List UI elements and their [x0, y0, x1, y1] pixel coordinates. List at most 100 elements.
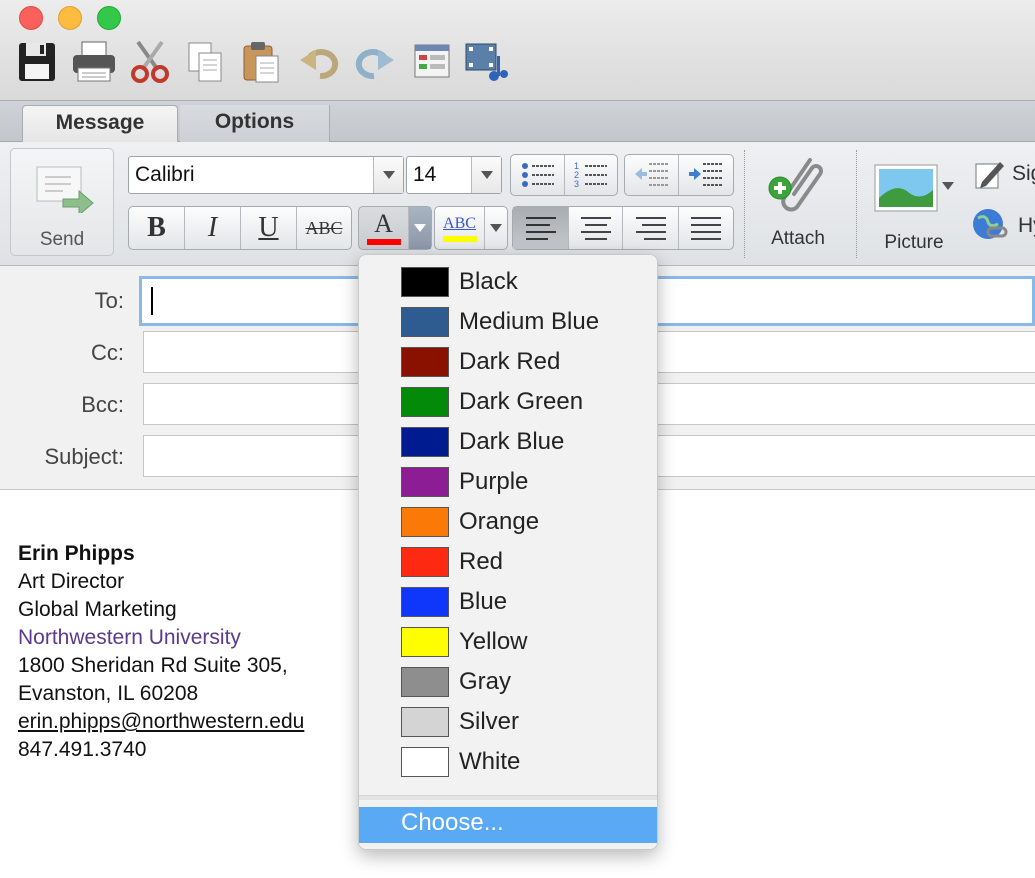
- color-name: Dark Green: [459, 388, 584, 415]
- subject-label: Subject:: [44, 444, 125, 469]
- font-name-combobox[interactable]: Calibri: [128, 156, 404, 194]
- undo-icon[interactable]: [298, 40, 342, 84]
- color-menu-item[interactable]: Yellow: [359, 622, 657, 662]
- font-color-label: A: [374, 209, 393, 238]
- font-color-button[interactable]: A: [359, 207, 409, 249]
- signature-phone: 847.491.3740: [18, 738, 147, 761]
- align-right-button[interactable]: [623, 207, 679, 249]
- color-swatch: [401, 307, 449, 337]
- color-name: Purple: [459, 468, 529, 495]
- color-menu-item[interactable]: Medium Blue: [359, 302, 657, 342]
- color-menu-item[interactable]: Dark Green: [359, 382, 657, 422]
- color-menu-item[interactable]: Silver: [359, 702, 657, 742]
- color-menu-item[interactable]: Dark Blue: [359, 422, 657, 462]
- choose-color-menu-item[interactable]: Choose...: [359, 807, 657, 843]
- bold-label: B: [147, 212, 166, 243]
- signatures-label: Sig: [1012, 162, 1035, 185]
- font-color-dropdown-button[interactable]: [409, 207, 431, 249]
- signature-address-line1: 1800 Sheridan Rd Suite 305,: [18, 654, 288, 677]
- tab-message[interactable]: Message: [22, 105, 178, 142]
- color-menu-item[interactable]: Purple: [359, 462, 657, 502]
- color-menu-item[interactable]: Orange: [359, 502, 657, 542]
- decrease-indent-button[interactable]: [625, 155, 679, 195]
- color-menu-item[interactable]: Red: [359, 542, 657, 582]
- font-size-dropdown-button[interactable]: [471, 157, 501, 193]
- window-toolbar: [0, 0, 1035, 100]
- minimize-window-button[interactable]: [58, 6, 82, 30]
- highlight-button-group: ABC: [434, 206, 508, 250]
- bcc-label: Bcc:: [81, 392, 124, 417]
- font-name-value: Calibri: [135, 163, 195, 186]
- attach-button[interactable]: Attach: [756, 150, 840, 258]
- underline-button[interactable]: U: [241, 207, 297, 249]
- chevron-down-icon: [382, 171, 395, 179]
- highlight-dropdown-button[interactable]: [485, 207, 507, 249]
- redo-icon[interactable]: [352, 40, 396, 84]
- color-swatch: [401, 267, 449, 297]
- color-swatch: [401, 627, 449, 657]
- color-menu-item[interactable]: Black: [359, 262, 657, 302]
- bulleted-list-icon: [521, 163, 554, 187]
- send-button[interactable]: Send: [10, 148, 114, 256]
- italic-button[interactable]: I: [185, 207, 241, 249]
- color-menu-item[interactable]: White: [359, 742, 657, 782]
- color-name: Dark Red: [459, 348, 561, 375]
- copy-icon[interactable]: [184, 40, 228, 84]
- paste-icon[interactable]: [240, 40, 284, 84]
- bulleted-list-button[interactable]: [511, 155, 565, 195]
- color-name: Orange: [459, 508, 540, 535]
- color-swatch: [401, 387, 449, 417]
- signature-department: Global Marketing: [18, 598, 177, 621]
- justify-icon: [691, 217, 721, 240]
- print-icon[interactable]: [70, 40, 115, 84]
- color-swatch: [401, 547, 449, 577]
- increase-indent-button[interactable]: [679, 155, 733, 195]
- color-name: Silver: [459, 708, 520, 735]
- color-swatch: [401, 467, 449, 497]
- color-menu-item[interactable]: Gray: [359, 662, 657, 702]
- highlight-label: ABC: [443, 215, 476, 232]
- media-browser-icon[interactable]: [464, 40, 508, 84]
- tab-options[interactable]: Options: [180, 105, 330, 142]
- hyperlink-button[interactable]: Hy: [968, 206, 1035, 246]
- signatures-button[interactable]: Sig: [972, 158, 1035, 194]
- color-name: Blue: [459, 588, 508, 615]
- color-name: Black: [459, 268, 518, 295]
- chevron-down-icon: [414, 224, 426, 232]
- signature-email-link[interactable]: erin.phipps@northwestern.edu: [18, 710, 304, 734]
- cc-label: Cc:: [91, 340, 124, 365]
- bold-button[interactable]: B: [129, 207, 185, 249]
- signature-title: Art Director: [18, 570, 125, 593]
- color-swatch: [401, 667, 449, 697]
- menu-separator: [359, 795, 657, 800]
- chevron-down-icon: [490, 224, 502, 232]
- cut-icon[interactable]: [128, 40, 172, 84]
- numbered-list-button[interactable]: 123: [565, 155, 617, 195]
- zoom-window-button[interactable]: [97, 6, 121, 30]
- align-left-button[interactable]: [513, 207, 569, 249]
- font-name-dropdown-button[interactable]: [373, 157, 403, 193]
- font-color-button-group: A: [358, 206, 432, 250]
- paperclip-icon: [766, 152, 830, 225]
- strikethrough-label: ABC: [305, 217, 343, 238]
- increase-indent-icon: [689, 163, 723, 186]
- align-left-icon: [525, 217, 556, 240]
- list-button-group: 123: [510, 154, 618, 196]
- picture-button[interactable]: Picture: [868, 150, 960, 258]
- align-right-icon: [635, 217, 666, 240]
- color-swatch: [401, 427, 449, 457]
- strikethrough-button[interactable]: ABC: [297, 207, 351, 249]
- highlight-button[interactable]: ABC: [435, 207, 485, 249]
- signature-name: Erin Phipps: [18, 542, 135, 565]
- svg-text:3: 3: [574, 179, 579, 189]
- toolbox-icon[interactable]: [410, 40, 454, 84]
- picture-label: Picture: [884, 232, 944, 253]
- font-size-combobox[interactable]: 14: [406, 156, 502, 194]
- color-menu-item[interactable]: Blue: [359, 582, 657, 622]
- close-window-button[interactable]: [19, 6, 43, 30]
- justify-button[interactable]: [679, 207, 733, 249]
- save-icon[interactable]: [16, 40, 60, 84]
- align-center-button[interactable]: [569, 207, 623, 249]
- ribbon-tab-bar: Message Options: [0, 100, 1035, 142]
- color-menu-item[interactable]: Dark Red: [359, 342, 657, 382]
